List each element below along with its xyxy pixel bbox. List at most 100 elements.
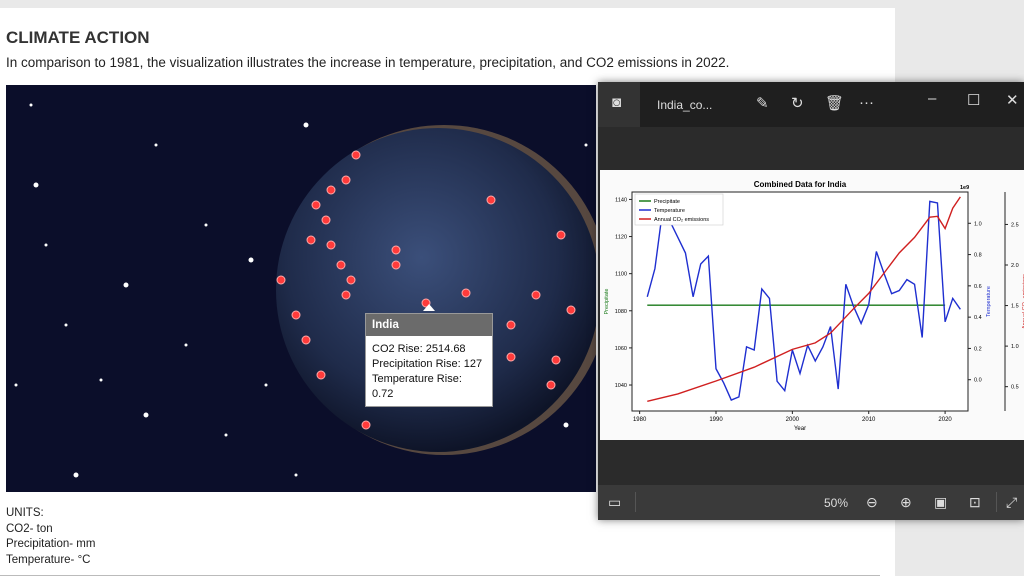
country-marker bbox=[341, 175, 351, 185]
tooltip-precipitation: Precipitation Rise: 127 bbox=[372, 358, 483, 370]
y-right-tick-label: 0.0 bbox=[974, 378, 982, 384]
x-axis-label: Year bbox=[794, 426, 806, 432]
star bbox=[224, 433, 228, 437]
star bbox=[154, 143, 158, 147]
star bbox=[44, 243, 48, 247]
country-marker bbox=[506, 352, 516, 362]
country-marker bbox=[326, 185, 336, 195]
country-marker bbox=[306, 235, 316, 245]
units-co2: CO2- ton bbox=[6, 522, 53, 535]
country-marker bbox=[391, 245, 401, 255]
star bbox=[184, 343, 188, 347]
y-right2-tick-label: 2.5 bbox=[1011, 222, 1019, 228]
y-left-label: Precipitate bbox=[604, 289, 610, 315]
star bbox=[64, 323, 68, 327]
rotate-icon[interactable]: ↻ bbox=[791, 94, 804, 112]
fullscreen-icon[interactable]: ⤢ bbox=[1006, 494, 1017, 511]
page-subtitle: In comparison to 1981, the visualization… bbox=[6, 55, 730, 70]
offset-label: 1e9 bbox=[960, 185, 969, 191]
zoom-level: 50% bbox=[824, 496, 849, 510]
tooltip-country: India bbox=[366, 314, 492, 336]
delete-icon[interactable]: 🗑 bbox=[825, 94, 844, 112]
chart-image: Combined Data for India Year 1980 1990 2000 2… bbox=[600, 170, 1024, 440]
star bbox=[73, 472, 79, 478]
y-right-label: Temperature bbox=[986, 286, 992, 317]
country-marker bbox=[311, 200, 321, 210]
country-marker bbox=[486, 195, 496, 205]
tooltip-temperature: Temperature Rise: 0.72 bbox=[372, 373, 462, 400]
country-marker bbox=[291, 310, 301, 320]
combined-chart: Combined Data for India Year 1980 1990 2000 2… bbox=[604, 180, 1024, 432]
y-right-tick-label: 0.2 bbox=[974, 346, 982, 352]
units-precipitation: Precipitation- mm bbox=[6, 538, 96, 550]
star bbox=[294, 473, 298, 477]
star bbox=[14, 383, 18, 387]
star bbox=[33, 182, 39, 188]
y-right-tick-label: 0.4 bbox=[974, 315, 982, 321]
y-left-tick-label: 1120 bbox=[615, 235, 627, 241]
x-tick-label: 1980 bbox=[633, 417, 647, 423]
y-right2-tick-label: 1.5 bbox=[1011, 304, 1019, 310]
star bbox=[204, 223, 208, 227]
chart-title: Combined Data for India bbox=[754, 180, 847, 189]
more-icon[interactable]: ··· bbox=[859, 94, 874, 111]
star bbox=[264, 383, 268, 387]
star bbox=[303, 122, 309, 128]
actual-size-icon[interactable]: ⊡ bbox=[969, 494, 981, 511]
y-left-tick-label: 1040 bbox=[615, 383, 627, 389]
filmstrip-icon[interactable]: ▭ bbox=[608, 494, 621, 511]
edit-icon[interactable]: ✎ bbox=[756, 94, 769, 112]
country-marker bbox=[346, 275, 356, 285]
country-marker bbox=[506, 320, 516, 330]
minimize-icon[interactable]: – bbox=[928, 90, 936, 107]
globe-svg[interactable] bbox=[6, 85, 596, 492]
star bbox=[584, 143, 588, 147]
country-marker bbox=[316, 370, 326, 380]
viewer-toolbar[interactable]: ▭ 50% ⊖ ⊕ ▣ ⊡ ⤢ bbox=[598, 485, 1024, 520]
close-icon[interactable]: ✕ bbox=[1006, 91, 1019, 109]
star bbox=[143, 412, 149, 418]
fit-icon[interactable]: ▣ bbox=[934, 494, 947, 511]
maximize-icon[interactable]: ☐ bbox=[967, 91, 980, 109]
star bbox=[99, 378, 103, 382]
legend-label: Temperature bbox=[654, 208, 685, 214]
viewer-titlebar[interactable]: ◙ India_co... ✎ ↻ 🗑 ··· – ☐ ✕ bbox=[598, 82, 1024, 127]
country-marker bbox=[301, 335, 311, 345]
country-marker bbox=[461, 288, 471, 298]
country-marker bbox=[326, 240, 336, 250]
page-title: CLIMATE ACTION bbox=[6, 28, 150, 47]
tooltip-co2: CO2 Rise: 2514.68 bbox=[372, 343, 466, 355]
legend-label: Annual CO₂ emissions bbox=[654, 217, 709, 223]
x-tick-label: 1990 bbox=[709, 417, 723, 423]
y-left-tick-label: 1140 bbox=[615, 197, 627, 203]
star bbox=[29, 103, 33, 107]
x-tick-label: 2020 bbox=[938, 417, 952, 423]
y-left-tick-label: 1080 bbox=[615, 309, 627, 315]
units-heading: UNITS: bbox=[6, 507, 44, 519]
units-legend: UNITS: CO2- ton Precipitation- mm Temper… bbox=[6, 506, 95, 568]
legend-label: Precipitate bbox=[654, 199, 680, 205]
y-right-tick-label: 0.6 bbox=[974, 284, 982, 290]
y-right2-tick-label: 1.0 bbox=[1011, 344, 1019, 350]
zoom-out-icon[interactable]: ⊖ bbox=[866, 494, 878, 511]
country-marker bbox=[336, 260, 346, 270]
zoom-in-icon[interactable]: ⊕ bbox=[900, 494, 912, 511]
y-left-tick-label: 1060 bbox=[615, 346, 627, 352]
country-marker bbox=[276, 275, 286, 285]
photo-viewer-window[interactable]: ◙ India_co... ✎ ↻ 🗑 ··· – ☐ ✕ Combined D… bbox=[598, 82, 1024, 520]
star bbox=[123, 282, 129, 288]
country-marker bbox=[321, 215, 331, 225]
country-marker bbox=[566, 305, 576, 315]
y-left-tick-label: 1100 bbox=[615, 272, 627, 278]
photos-app-icon[interactable]: ◙ bbox=[612, 94, 621, 111]
country-marker bbox=[391, 260, 401, 270]
country-marker bbox=[361, 420, 371, 430]
country-tooltip: India CO2 Rise: 2514.68 Precipitation Ri… bbox=[365, 313, 493, 407]
y-right-tick-label: 1.0 bbox=[974, 221, 982, 227]
file-name: India_co... bbox=[657, 98, 713, 112]
units-temperature: Temperature- °C bbox=[6, 553, 91, 566]
star bbox=[563, 422, 569, 428]
country-marker bbox=[351, 150, 361, 160]
globe-visualization[interactable]: India CO2 Rise: 2514.68 Precipitation Ri… bbox=[6, 85, 596, 492]
country-marker bbox=[551, 355, 561, 365]
